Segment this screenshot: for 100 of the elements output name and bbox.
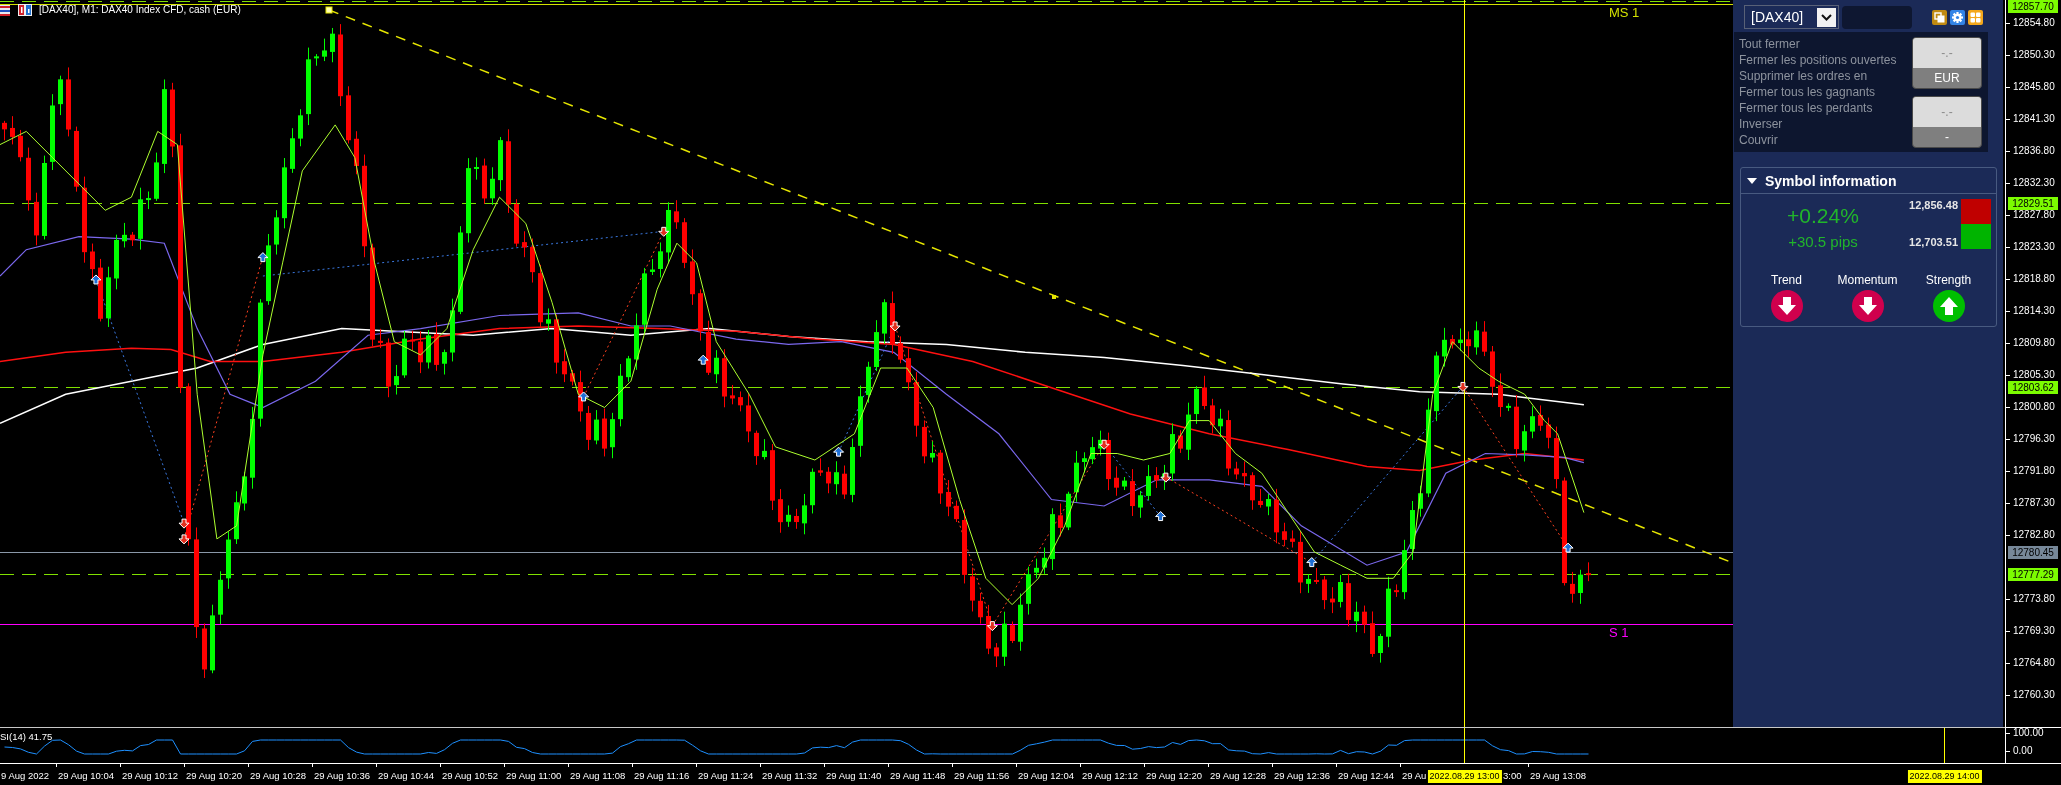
up-arrow-icon — [1306, 557, 1318, 568]
action-item[interactable]: Supprimer les ordres en — [1739, 68, 1897, 84]
time-label: 3:00 — [1503, 769, 1523, 783]
price-label: 12832.30 — [2006, 177, 2055, 189]
caret-down-icon[interactable] — [1747, 175, 1757, 186]
down-arrow-icon — [178, 518, 190, 529]
input-field[interactable] — [1842, 5, 1912, 29]
time-label: 29 Aug 11:32 — [760, 764, 824, 785]
price-label: 12823.30 — [2006, 241, 2055, 253]
range-low-value: 12,703.51 — [1909, 236, 1958, 249]
time-label: 29 Aug 11:40 — [824, 764, 888, 785]
vertical-line — [1944, 728, 1945, 763]
time-label: 29 Aug 10:12 — [120, 764, 184, 785]
time-label: 29 Aug 11:00 — [504, 764, 568, 785]
price-label: 12773.80 — [2006, 593, 2055, 605]
pivot-label: MS 1 — [1609, 5, 1640, 20]
price-label: 12805.30 — [2006, 369, 2055, 381]
time-label: 29 Aug 13:08 — [1528, 764, 1592, 785]
price-label: 12836.80 — [2006, 145, 2055, 157]
down-arrow-icon — [986, 621, 998, 632]
chart-title: [DAX40], M1: DAX40 Index CFD, cash (EUR) — [39, 4, 241, 16]
handle-icon — [325, 6, 333, 14]
time-label: 29 Aug 12:28 — [1208, 764, 1272, 785]
price-button[interactable]: -.- - — [1912, 96, 1982, 148]
down-arrow-icon — [178, 534, 190, 545]
rsi-axis-label: 100.00 — [2006, 727, 2044, 739]
price-label: 12809.80 — [2006, 337, 2055, 349]
down-arrow-icon — [1160, 472, 1172, 483]
time-label: 29 Aug 10:52 — [440, 764, 504, 785]
up-arrow-icon — [257, 252, 269, 263]
action-item[interactable]: Fermer tous les gagnants — [1739, 84, 1897, 100]
time-cursor-label: 2022.08.29 14:00 — [1907, 770, 1982, 783]
action-item[interactable]: Tout fermer — [1739, 36, 1897, 52]
symbol-dropdown[interactable]: [DAX40] — [1744, 5, 1839, 29]
time-label: 29 Aug 12:20 — [1144, 764, 1208, 785]
price-marker: 12829.51 — [2008, 197, 2058, 210]
settings-icon[interactable] — [1950, 9, 1965, 25]
action-item[interactable]: Fermer les positions ouvertes — [1739, 52, 1897, 68]
up-arrow-icon — [1562, 542, 1574, 553]
pivot-label: S 1 — [1609, 625, 1629, 640]
up-arrow-icon — [1155, 511, 1167, 522]
handle-icon — [1052, 295, 1056, 299]
action-item[interactable]: Couvrir — [1739, 132, 1897, 148]
action-item[interactable]: Inverser — [1739, 116, 1897, 132]
price-label: 12845.80 — [2006, 81, 2055, 93]
price-label: 12782.80 — [2006, 529, 2055, 541]
indicator-label: Momentum — [1837, 273, 1898, 287]
up-arrow-icon — [697, 354, 709, 365]
time-cursor-label: 2022.08.29 13:00 — [1427, 770, 1502, 783]
price-label: 12787.30 — [2006, 497, 2055, 509]
price-label: 12769.30 — [2006, 625, 2055, 637]
time-label: 29 Aug 11:24 — [696, 764, 760, 785]
price-marker: 12857.70 — [2008, 0, 2058, 13]
change-percent: +0.24% — [1787, 203, 1859, 229]
down-arrow-icon — [889, 321, 901, 332]
time-label: 9 Aug 2022 — [0, 769, 51, 783]
list-icon — [0, 4, 10, 16]
price-label: 12818.80 — [2006, 273, 2055, 285]
price-marker: 12803.62 — [2008, 381, 2058, 394]
action-item[interactable]: Fermer tous les perdants — [1739, 100, 1897, 116]
time-label: 29 Aug 11:08 — [568, 764, 632, 785]
time-label: 29 Aug 11:16 — [632, 764, 696, 785]
price-label: 12800.80 — [2006, 401, 2055, 413]
range-bar-drawing — [1961, 199, 1991, 249]
chevron-down-icon[interactable] — [1817, 7, 1836, 27]
down-arrow-icon — [658, 226, 670, 237]
copy-icon[interactable] — [1932, 9, 1947, 25]
time-label: 29 Aug 12:12 — [1080, 764, 1144, 785]
card-title[interactable]: Symbol information — [1765, 172, 1897, 189]
up-arrow-icon — [90, 274, 102, 285]
time-label: 29 Aug 10:44 — [376, 764, 440, 785]
time-label: 29 Aug 11:56 — [952, 764, 1016, 785]
time-label: 29 Aug 12:44 — [1336, 764, 1400, 785]
range-high-value: 12,856.48 — [1909, 199, 1958, 212]
down-arrow-icon — [1457, 381, 1469, 392]
down-arrow-icon — [1098, 439, 1110, 450]
price-button[interactable]: -.- EUR — [1912, 37, 1982, 89]
price-label: 12796.30 — [2006, 433, 2055, 445]
expand-icon[interactable] — [1968, 9, 1983, 25]
price-label: 12850.30 — [2006, 49, 2055, 61]
price-label: 12814.30 — [2006, 305, 2055, 317]
indicator-label: Strength — [1925, 273, 1972, 287]
rsi-axis-label: 0.00 — [2006, 745, 2033, 757]
time-label: 29 Aug 10:36 — [312, 764, 376, 785]
price-label: 12791.80 — [2006, 465, 2055, 477]
price-label: 12841.30 — [2006, 113, 2055, 125]
time-label: 29 Aug 12:36 — [1272, 764, 1336, 785]
price-label: 12827.80 — [2006, 209, 2055, 221]
change-pips: +30.5 pips — [1788, 232, 1858, 252]
price-marker: 12777.29 — [2008, 568, 2058, 581]
time-label: 29 Aug 11:48 — [888, 764, 952, 785]
chart-icon — [18, 4, 32, 16]
price-label: 12764.80 — [2006, 657, 2055, 669]
up-arrow-icon — [833, 446, 845, 457]
price-label: 12854.80 — [2006, 17, 2055, 29]
up-arrow-icon — [578, 391, 590, 402]
time-label: 29 Aug 12:04 — [1016, 764, 1080, 785]
rsi-label: SI(14) 41.75 — [0, 731, 53, 742]
indicator-label: Trend — [1771, 273, 1802, 287]
price-marker: 12780.45 — [2008, 546, 2058, 559]
